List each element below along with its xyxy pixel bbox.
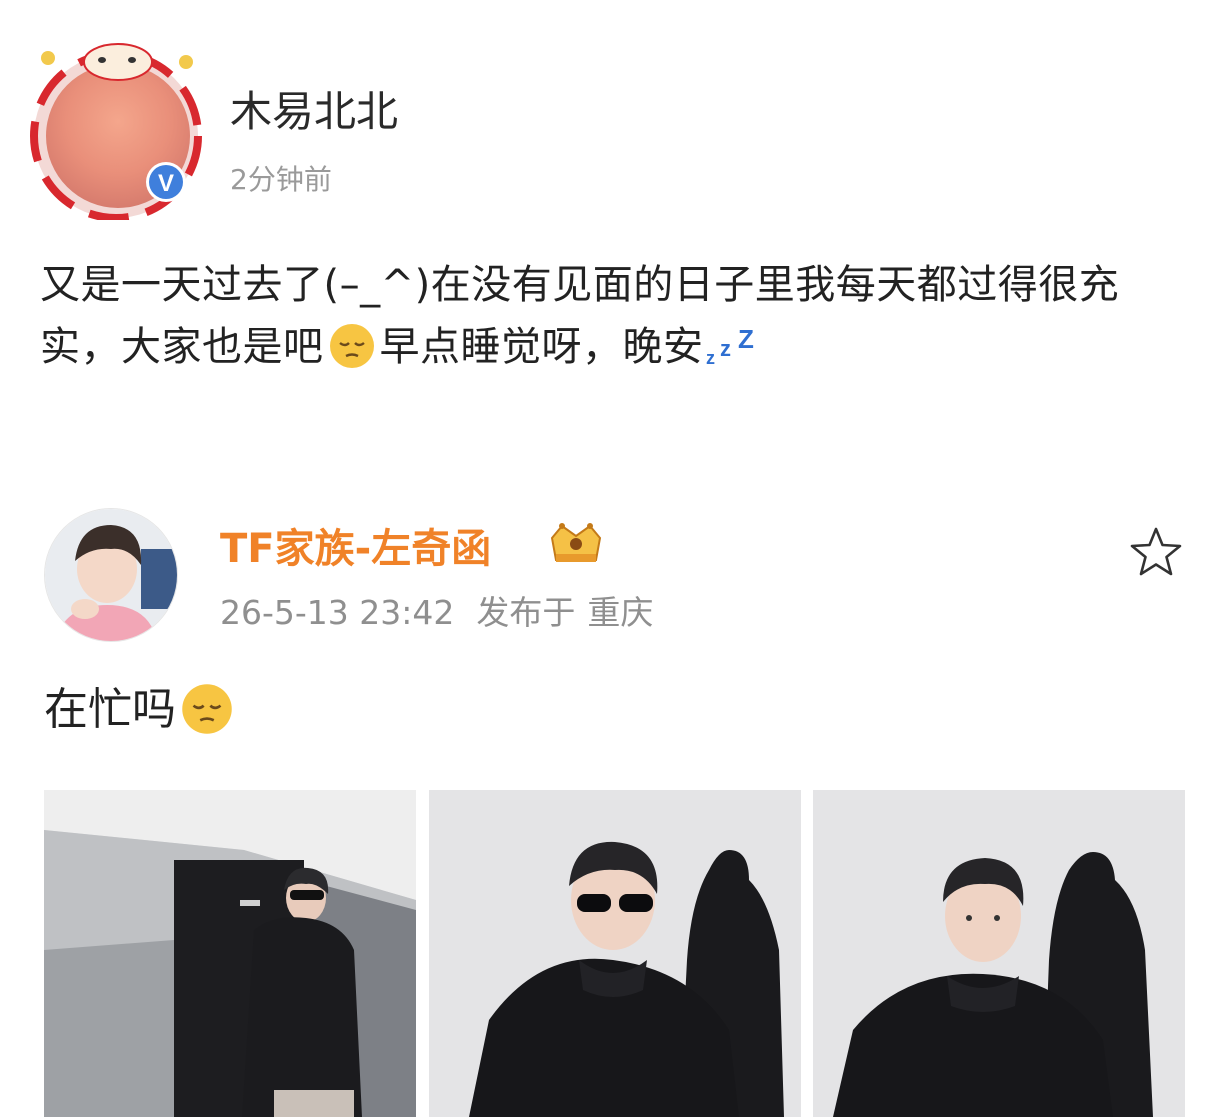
photo-1[interactable]: [44, 790, 416, 1117]
zzz-sleep-icon: z z Z: [706, 326, 754, 366]
post1-body: 又是一天过去了(–_^)在没有见面的日子里我每天都过得很充实，大家也是吧 早点睡…: [40, 254, 1190, 378]
post2-meta: 26-5-13 23:42 发布于 重庆: [220, 590, 675, 636]
post2-location[interactable]: 重庆: [587, 593, 653, 632]
crown-badge-icon[interactable]: [546, 518, 606, 568]
star-outline-icon[interactable]: [1128, 526, 1184, 578]
photo-2[interactable]: [429, 790, 801, 1117]
post1-avatar[interactable]: V: [26, 24, 210, 220]
svg-text:Z: Z: [738, 326, 754, 354]
post2-location-prefix: 发布于: [476, 593, 576, 632]
post2-body: 在忙吗: [44, 680, 238, 740]
svg-text:z: z: [706, 348, 716, 366]
photo-3[interactable]: [813, 790, 1185, 1117]
post1-text-part2: 早点睡觉呀，晚安: [379, 324, 704, 370]
svg-text:V: V: [158, 170, 174, 197]
post1-timestamp: 2分钟前: [230, 163, 332, 196]
post2-author-name[interactable]: TF家族-左奇函: [220, 522, 491, 576]
post2-date: 26-5-13 23:42: [220, 593, 455, 632]
svg-text:z: z: [720, 336, 732, 361]
pensive-face-emoji-icon: [329, 324, 374, 368]
pensive-face-emoji-icon: [182, 684, 232, 734]
post2-text: 在忙吗: [44, 684, 176, 735]
post2-avatar[interactable]: [44, 508, 178, 642]
post1-author-name[interactable]: 木易北北: [230, 84, 398, 140]
